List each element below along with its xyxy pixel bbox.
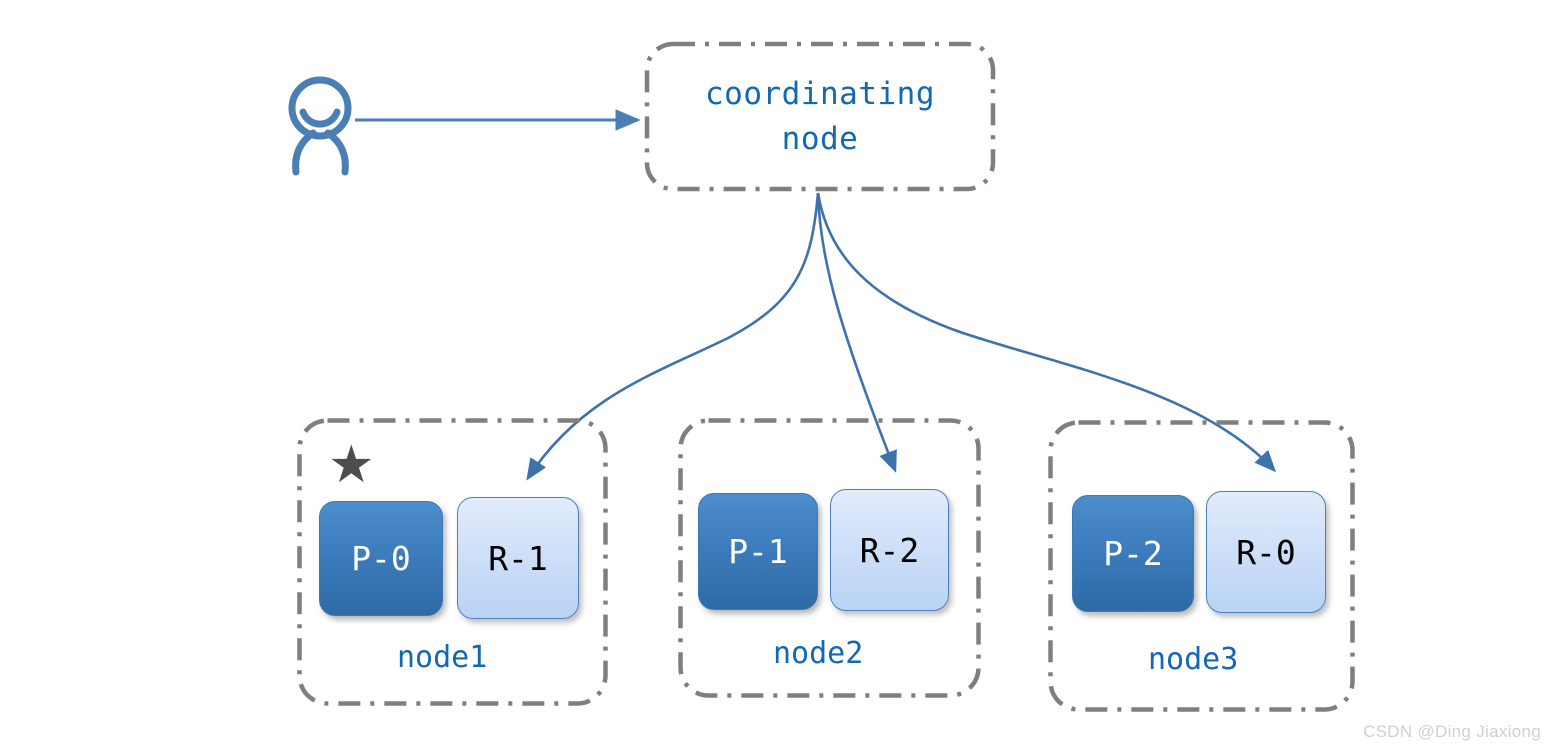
star-icon: ★ <box>328 435 375 495</box>
shard-row-node3: P-2 R-0 <box>1072 491 1326 613</box>
node-group-node3[interactable]: P-2 R-0 node3 <box>1048 420 1355 712</box>
shard-p-2[interactable]: P-2 <box>1072 495 1194 612</box>
shard-p-0[interactable]: P-0 <box>319 501 443 616</box>
person-icon <box>288 76 352 176</box>
diagram-canvas: coordinating node ★ P-0 R-1 node1 P-1 R-… <box>0 0 1553 749</box>
coordinating-node-label: coordinating node <box>705 76 935 157</box>
node2-caption: node2 <box>773 636 864 671</box>
watermark: CSDN @Ding Jiaxiong <box>1363 722 1541 741</box>
node-group-node1[interactable]: ★ P-0 R-1 node1 <box>297 418 608 706</box>
shard-row-node2: P-1 R-2 <box>698 489 949 611</box>
node3-caption: node3 <box>1148 642 1239 677</box>
shard-r-2[interactable]: R-2 <box>830 489 949 611</box>
shard-r-0[interactable]: R-0 <box>1206 491 1326 613</box>
shard-row-node1: P-0 R-1 <box>319 497 579 619</box>
shard-r-1[interactable]: R-1 <box>457 497 579 619</box>
node1-caption: node1 <box>397 640 488 675</box>
coordinating-node[interactable]: coordinating node <box>644 41 996 192</box>
shard-p-1[interactable]: P-1 <box>698 493 818 610</box>
node-group-node2[interactable]: P-1 R-2 node2 <box>678 418 981 698</box>
